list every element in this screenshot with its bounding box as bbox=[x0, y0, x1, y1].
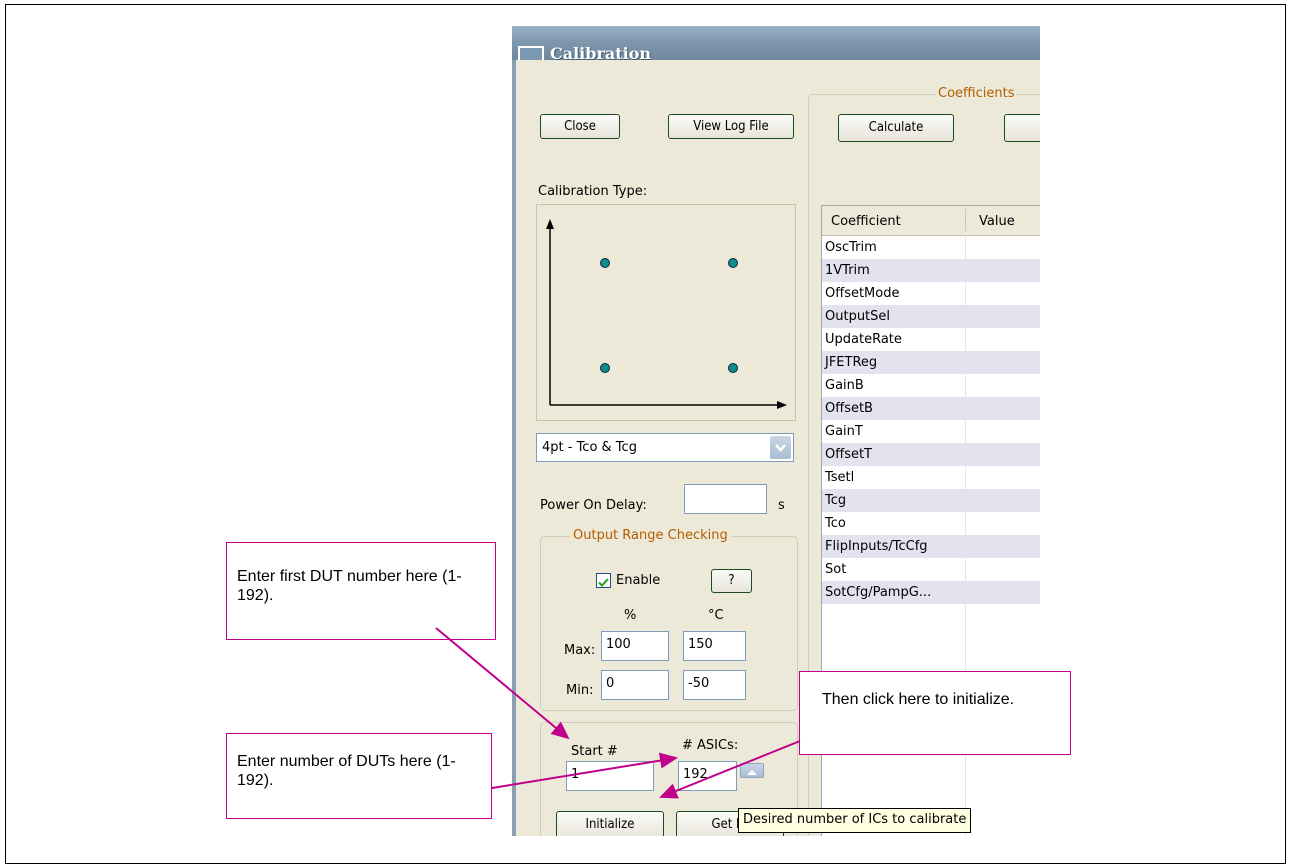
coefficient-name: UpdateRate bbox=[825, 332, 902, 347]
coefficient-name: 1VTrim bbox=[825, 263, 870, 278]
power-on-delay-unit: s bbox=[778, 498, 785, 513]
coefficient-name: OffsetMode bbox=[825, 286, 900, 301]
start-number-label: Start # bbox=[571, 744, 618, 759]
coefficient-name: Tco bbox=[825, 516, 846, 531]
max-percent-input[interactable]: 100 bbox=[601, 631, 669, 661]
coefficient-name: OscTrim bbox=[825, 240, 877, 255]
table-row[interactable]: GainB bbox=[822, 374, 1040, 397]
table-row[interactable]: Tcg bbox=[822, 489, 1040, 512]
enable-label: Enable bbox=[616, 573, 661, 588]
table-header: Coefficient Value bbox=[822, 206, 1040, 236]
clipped-button[interactable] bbox=[1004, 114, 1040, 142]
calibration-point bbox=[600, 363, 610, 373]
calibration-point bbox=[728, 363, 738, 373]
table-row[interactable]: Sot bbox=[822, 558, 1040, 581]
coefficient-name: OutputSel bbox=[825, 309, 891, 324]
coefficient-column-header[interactable]: Coefficient bbox=[831, 214, 901, 229]
asic-count-input[interactable]: 192 bbox=[678, 761, 737, 791]
table-row[interactable]: JFETReg bbox=[822, 351, 1040, 374]
table-row[interactable]: OffsetMode bbox=[822, 282, 1040, 305]
celsius-column-label: °C bbox=[708, 608, 724, 623]
num-duts-callout: Enter number of DUTs here (1-192). bbox=[226, 733, 492, 819]
table-row[interactable]: UpdateRate bbox=[822, 328, 1040, 351]
start-number-input[interactable]: 1 bbox=[566, 761, 654, 791]
coefficients-title: Coefficients bbox=[936, 86, 1017, 101]
table-row[interactable]: 1VTrim bbox=[822, 259, 1040, 282]
table-row[interactable]: SotCfg/PampG... bbox=[822, 581, 1040, 604]
enable-checkbox[interactable] bbox=[596, 573, 611, 588]
table-row[interactable]: Tsetl bbox=[822, 466, 1040, 489]
calibration-type-plot bbox=[536, 204, 796, 421]
coefficient-name: SotCfg/PampG... bbox=[825, 585, 932, 600]
coefficient-name: Sot bbox=[825, 562, 847, 577]
power-on-delay-label: Power On Delay: bbox=[540, 498, 647, 513]
min-label: Min: bbox=[566, 683, 594, 698]
calibration-point bbox=[728, 258, 738, 268]
help-button[interactable]: ? bbox=[711, 569, 752, 593]
first-dut-callout: Enter first DUT number here (1-192). bbox=[226, 542, 496, 640]
power-on-delay-input[interactable] bbox=[684, 484, 767, 514]
table-row[interactable]: Tco bbox=[822, 512, 1040, 535]
percent-column-label: % bbox=[624, 608, 637, 623]
table-row[interactable]: OffsetB bbox=[822, 397, 1040, 420]
initialize-button[interactable]: Initialize bbox=[556, 811, 664, 836]
arrow-up-icon[interactable] bbox=[740, 763, 764, 778]
coefficient-name: GainB bbox=[825, 378, 864, 393]
table-row[interactable]: OutputSel bbox=[822, 305, 1040, 328]
tooltip: Desired number of ICs to calibrate bbox=[738, 808, 972, 833]
min-percent-input[interactable]: 0 bbox=[601, 670, 669, 700]
calibration-type-select[interactable]: 4pt - Tco & Tcg bbox=[536, 433, 794, 462]
coefficient-name: FlipInputs/TcCfg bbox=[825, 539, 928, 554]
min-celsius-input[interactable]: -50 bbox=[683, 670, 746, 700]
initialize-callout: Then click here to initialize. bbox=[799, 671, 1071, 755]
table-row[interactable]: OffsetT bbox=[822, 443, 1040, 466]
plot-axes bbox=[546, 219, 787, 409]
table-row[interactable]: GainT bbox=[822, 420, 1040, 443]
asic-count-label: # ASICs: bbox=[682, 738, 739, 753]
coefficient-name: Tsetl bbox=[825, 470, 855, 485]
calibration-point bbox=[600, 258, 610, 268]
chevron-down-icon[interactable] bbox=[770, 436, 791, 459]
max-celsius-input[interactable]: 150 bbox=[683, 631, 746, 661]
view-log-file-button[interactable]: View Log File bbox=[668, 114, 794, 139]
table-row[interactable]: FlipInputs/TcCfg bbox=[822, 535, 1040, 558]
coefficient-name: GainT bbox=[825, 424, 863, 439]
coefficient-name: Tcg bbox=[825, 493, 847, 508]
max-label: Max: bbox=[564, 643, 596, 658]
value-column-header[interactable]: Value bbox=[979, 214, 1015, 229]
calibration-type-selected: 4pt - Tco & Tcg bbox=[542, 440, 637, 455]
title-bar: Calibration bbox=[512, 26, 1040, 63]
calibration-type-label: Calibration Type: bbox=[538, 184, 648, 199]
output-range-title: Output Range Checking bbox=[570, 528, 731, 543]
column-divider bbox=[965, 209, 966, 231]
coefficient-name: OffsetT bbox=[825, 447, 872, 462]
check-icon bbox=[598, 578, 609, 587]
close-button[interactable]: Close bbox=[540, 114, 620, 139]
coefficient-name: JFETReg bbox=[825, 355, 878, 370]
coefficient-name: OffsetB bbox=[825, 401, 873, 416]
calculate-button[interactable]: Calculate bbox=[838, 114, 954, 142]
table-row[interactable]: OscTrim bbox=[822, 236, 1040, 259]
